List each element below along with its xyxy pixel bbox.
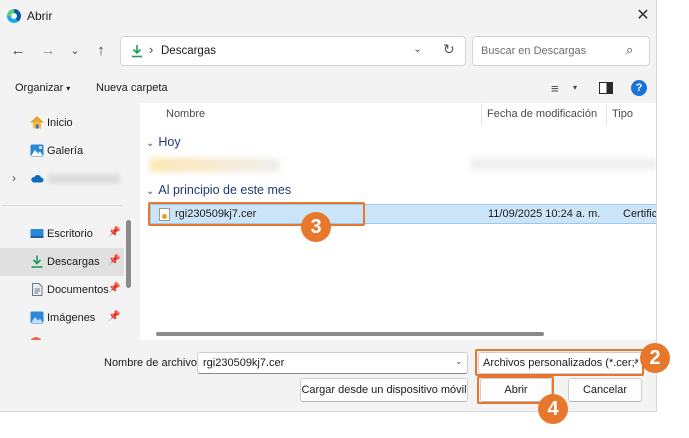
images-icon bbox=[30, 311, 44, 324]
help-icon[interactable]: ? bbox=[631, 80, 647, 96]
address-bar[interactable]: › Descargas ⌄ ↻ bbox=[120, 36, 466, 66]
sidebar-scrollbar[interactable] bbox=[126, 220, 131, 288]
search-placeholder: Buscar en Descargas bbox=[481, 45, 587, 57]
sidebar-item-imagenes[interactable]: Imágenes 📌 bbox=[0, 304, 124, 332]
sidebar-item-label: Inicio bbox=[47, 117, 73, 129]
gallery-icon bbox=[30, 144, 44, 157]
refresh-icon[interactable]: ↻ bbox=[443, 41, 455, 58]
sidebar-divider bbox=[2, 205, 123, 206]
sidebar-item-label: Galería bbox=[47, 145, 84, 157]
sidebar-item-partial[interactable] bbox=[0, 332, 124, 340]
column-header-type[interactable]: Tipo bbox=[612, 108, 633, 120]
group-label: Hoy bbox=[158, 135, 181, 149]
step-badge-2: 2 bbox=[640, 343, 670, 373]
sidebar-item-escritorio[interactable]: Escritorio 📌 bbox=[0, 220, 124, 248]
home-icon bbox=[30, 116, 44, 129]
command-bar: Organizar ▾ Nueva carpeta ≡ ▾ ? bbox=[0, 76, 656, 102]
download-folder-icon bbox=[132, 45, 142, 58]
filename-input[interactable]: rgi230509kj7.cer ⌄ bbox=[197, 352, 468, 374]
pin-icon: 📌 bbox=[108, 283, 121, 294]
step-badge-3: 3 bbox=[301, 212, 331, 242]
group-header-hoy[interactable]: ⌄ Hoy bbox=[146, 135, 181, 149]
file-date: 11/09/2025 10:24 a. m. bbox=[488, 208, 601, 220]
breadcrumb-descargas[interactable]: Descargas bbox=[161, 45, 216, 57]
highlight-file-type-filter bbox=[475, 349, 644, 376]
redacted-file-row bbox=[150, 158, 280, 172]
organize-menu-button[interactable]: Organizar ▾ bbox=[15, 82, 70, 94]
redacted-file-details bbox=[470, 158, 656, 170]
sidebar-item-descargas[interactable]: Descargas 📌 bbox=[0, 248, 124, 276]
up-arrow-icon[interactable]: ↑ bbox=[92, 41, 110, 61]
expand-chevron-icon[interactable]: › bbox=[12, 171, 16, 185]
collapse-chevron-icon: ⌄ bbox=[146, 138, 155, 149]
column-divider[interactable] bbox=[606, 103, 607, 125]
close-icon[interactable]: ✕ bbox=[630, 5, 656, 27]
highlight-file-row bbox=[148, 202, 365, 226]
sidebar-item-label: Imágenes bbox=[47, 312, 96, 324]
documents-icon bbox=[32, 283, 43, 296]
sidebar-item-label: Escritorio bbox=[47, 228, 93, 240]
sidebar-item-label: Documentos bbox=[47, 284, 109, 296]
preview-pane-icon[interactable] bbox=[599, 82, 613, 94]
sidebar-item-inicio[interactable]: Inicio bbox=[0, 109, 124, 137]
back-arrow-icon[interactable]: ← bbox=[9, 41, 27, 61]
download-icon bbox=[31, 255, 43, 268]
desktop-icon bbox=[30, 229, 44, 238]
view-options-caret-icon[interactable]: ▾ bbox=[573, 83, 577, 92]
organize-caret-icon: ▾ bbox=[66, 84, 71, 93]
filename-dropdown-icon[interactable]: ⌄ bbox=[455, 356, 463, 367]
search-box[interactable]: Buscar en Descargas ⌕ bbox=[472, 36, 650, 66]
forward-arrow-icon[interactable]: → bbox=[39, 41, 57, 61]
pin-icon: 📌 bbox=[108, 227, 121, 238]
column-divider[interactable] bbox=[481, 103, 482, 125]
group-label: Al principio de este mes bbox=[158, 183, 292, 197]
title-bar: Abrir ✕ bbox=[0, 0, 656, 32]
sidebar-item-onedrive[interactable]: › bbox=[0, 165, 124, 193]
recent-locations-chevron-icon[interactable]: ⌄ bbox=[66, 41, 84, 61]
group-header-principio-mes[interactable]: ⌄ Al principio de este mes bbox=[146, 183, 291, 197]
column-header-name[interactable]: Nombre bbox=[166, 108, 205, 120]
redacted-account-name bbox=[48, 174, 120, 184]
edge-browser-icon bbox=[7, 9, 21, 23]
horizontal-scrollbar[interactable] bbox=[156, 332, 544, 336]
organize-label: Organizar bbox=[15, 82, 64, 94]
view-options-icon[interactable]: ≡ bbox=[551, 81, 559, 96]
collapse-chevron-icon: ⌄ bbox=[146, 186, 155, 197]
file-type: Certificad bbox=[623, 208, 657, 220]
sidebar-item-galeria[interactable]: Galería bbox=[0, 137, 124, 165]
cancel-button[interactable]: Cancelar bbox=[568, 378, 642, 402]
step-badge-4: 4 bbox=[538, 394, 568, 424]
sidebar-item-documentos[interactable]: Documentos 📌 bbox=[0, 276, 124, 304]
load-from-mobile-button[interactable]: Cargar desde un dispositivo móvil bbox=[300, 378, 468, 402]
pin-icon: 📌 bbox=[108, 255, 121, 266]
new-folder-button[interactable]: Nueva carpeta bbox=[96, 82, 168, 94]
window-title: Abrir bbox=[27, 9, 53, 23]
sidebar-item-label: Descargas bbox=[47, 256, 100, 268]
cloud-icon bbox=[31, 175, 44, 183]
search-icon: ⌕ bbox=[626, 42, 634, 57]
pin-icon: 📌 bbox=[108, 311, 121, 322]
address-dropdown-icon[interactable]: ⌄ bbox=[413, 42, 422, 55]
filename-label: Nombre de archivo: bbox=[104, 357, 200, 369]
column-header-date[interactable]: Fecha de modificación bbox=[487, 108, 597, 120]
filename-value: rgi230509kj7.cer bbox=[203, 357, 285, 369]
breadcrumb-separator-icon: › bbox=[149, 42, 154, 57]
navigation-pane: Inicio Galería › Escritorio 📌 Descargas … bbox=[0, 103, 135, 340]
